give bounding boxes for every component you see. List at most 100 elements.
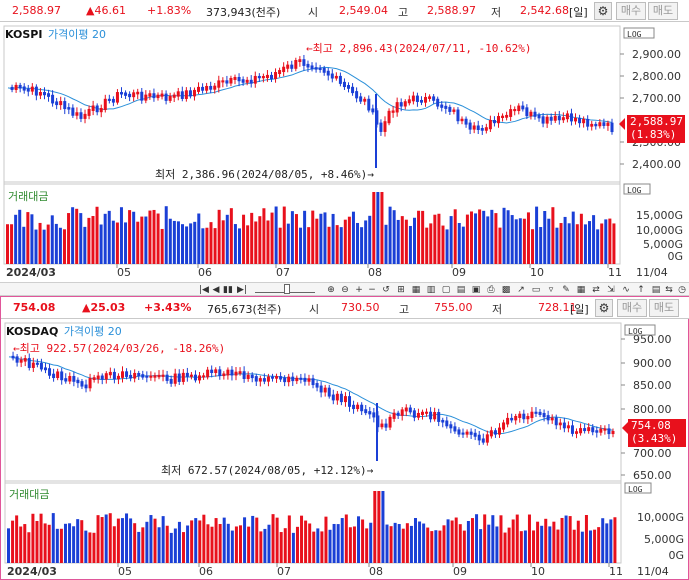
play-icon[interactable]: ◀ (210, 285, 222, 296)
volume-bar (75, 208, 79, 264)
candle (254, 376, 258, 382)
volume-bar (454, 517, 458, 563)
note-icon[interactable]: ✎ (560, 285, 572, 296)
kosdaq-period[interactable]: [일] (570, 301, 589, 317)
export-icon[interactable]: ⇲ (605, 285, 617, 296)
wave-icon[interactable]: ∿ (620, 285, 632, 296)
volume-bar (164, 206, 168, 264)
volume-bar (299, 227, 303, 264)
volume-bar (182, 532, 186, 563)
candle (217, 80, 221, 88)
candle (407, 99, 411, 104)
zoom-out-icon[interactable]: ⊖ (339, 285, 351, 296)
volume-bar (474, 213, 478, 264)
kosdaq-volume-label: 거래대금 (9, 488, 50, 501)
forward-icon[interactable]: ▶| (236, 285, 248, 296)
candle (492, 120, 496, 124)
volume-bar (108, 513, 112, 563)
kospi-buy-button[interactable]: 매수 (616, 2, 646, 20)
cell-icon[interactable]: ▤ (650, 285, 662, 296)
volume-bar (510, 215, 514, 264)
volume-bar (441, 225, 445, 264)
minus-icon[interactable]: − (366, 285, 378, 296)
volume-bar (124, 222, 128, 264)
print-icon[interactable]: ⎙ (485, 285, 497, 296)
kospi-period[interactable]: [일] (569, 4, 588, 20)
date-label: 09 (453, 565, 467, 578)
kosdaq-current-rate: (3.43%) (631, 432, 678, 445)
date-label: 09 (452, 266, 466, 279)
volume-bar (583, 224, 587, 264)
kosdaq-buy-button[interactable]: 매수 (617, 299, 647, 317)
pause-icon[interactable]: ▮▮ (222, 285, 234, 296)
volume-bar (307, 227, 311, 264)
table-icon[interactable]: ▦ (575, 285, 587, 296)
volume-bar (38, 222, 42, 264)
gear-icon[interactable]: ⚙ (594, 2, 612, 20)
candle (124, 92, 128, 96)
arrow-icon[interactable]: ⇄ (590, 285, 602, 296)
volume-bar (210, 526, 214, 563)
volume-bar (39, 513, 43, 563)
crosshair-icon[interactable]: ⊞ (395, 285, 407, 296)
chart-icon[interactable]: ↗ (515, 285, 527, 296)
candle (245, 79, 249, 83)
candle (197, 86, 201, 92)
volume-bar (282, 206, 286, 264)
volume-bar (274, 206, 278, 264)
swap-icon[interactable]: ⇆ (663, 285, 675, 296)
kospi-sell-button[interactable]: 매도 (648, 2, 678, 20)
zoom-in-icon[interactable]: ⊕ (325, 285, 337, 296)
bar-icon[interactable]: ▥ (425, 285, 437, 296)
candle (449, 424, 453, 429)
gear-icon[interactable]: ⚙ (595, 299, 613, 317)
volume-bar (430, 531, 434, 563)
save-icon[interactable]: ▣ (470, 285, 482, 296)
candle (529, 111, 533, 117)
settings-icon[interactable]: ▩ (500, 285, 512, 296)
candle (510, 417, 514, 421)
clock-icon[interactable]: ◷ (676, 285, 688, 296)
candle (480, 128, 484, 131)
candle (598, 122, 602, 127)
candle (379, 122, 383, 132)
scroll-thumb[interactable] (284, 284, 290, 294)
volume-bar (539, 227, 543, 264)
volume-bar (503, 532, 507, 563)
plus-icon[interactable]: + (353, 285, 365, 296)
candle (578, 117, 582, 124)
candle (52, 373, 56, 379)
volume-bar (294, 214, 298, 264)
candle (314, 67, 318, 70)
volume-bar (165, 525, 169, 563)
volume-bar (22, 226, 26, 264)
kosdaq-sell-button[interactable]: 매도 (649, 299, 679, 317)
candle (476, 125, 480, 131)
list-icon[interactable]: ▤ (455, 285, 467, 296)
window-icon[interactable]: ▢ (440, 285, 452, 296)
reset-icon[interactable]: ↺ (380, 285, 392, 296)
filter-icon[interactable]: ▿ (545, 285, 557, 296)
up-icon[interactable]: ↑ (635, 285, 647, 296)
volume-bar (543, 211, 547, 264)
volume-bar (552, 521, 556, 563)
volume-bar (132, 211, 136, 264)
volume-bar (63, 523, 67, 563)
candle (429, 411, 433, 420)
layout-icon[interactable]: ▭ (530, 285, 542, 296)
volume-bar (217, 209, 221, 264)
volume-bar (365, 528, 369, 563)
volume-bar (352, 526, 356, 563)
volume-bar (320, 531, 324, 563)
candle (104, 373, 108, 380)
volume-bar (283, 528, 287, 563)
grid-icon[interactable]: ▦ (410, 285, 422, 296)
volume-tick-label: 0G (668, 549, 684, 562)
candle (201, 86, 205, 91)
candle (538, 411, 542, 415)
candle (448, 106, 452, 112)
volume-bar (92, 532, 96, 563)
step-back-icon[interactable]: |◀ (198, 285, 210, 296)
volume-bar (136, 221, 140, 264)
date-label: 11/04 (636, 266, 668, 279)
